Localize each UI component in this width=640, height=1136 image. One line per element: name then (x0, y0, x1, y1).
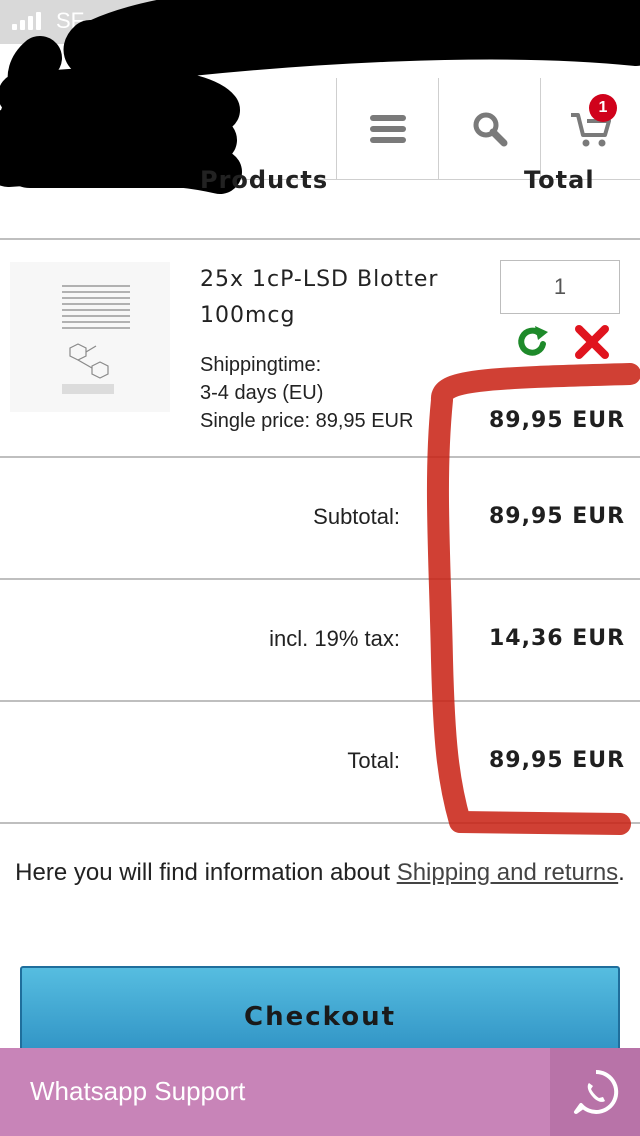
shipping-info-suffix: . (618, 859, 625, 886)
remove-icon[interactable] (574, 324, 610, 360)
quantity-input[interactable] (500, 260, 620, 314)
leaf-logo-icon (134, 92, 176, 128)
divider (0, 700, 640, 702)
cart-button[interactable]: 1 (540, 78, 640, 180)
shipping-time-value: 3-4 days (EU) (200, 382, 324, 404)
hamburger-menu-icon (369, 115, 406, 143)
tax-value: 14,36 EUR (489, 626, 626, 651)
products-column-heading: Products (200, 166, 329, 194)
line-total: 89,95 EUR (489, 408, 626, 433)
shipping-time-label: Shippingtime: (200, 354, 322, 376)
checkout-label: Checkout (243, 1002, 397, 1032)
whatsapp-button[interactable] (550, 1048, 640, 1136)
divider (0, 822, 640, 824)
annotation-scribble (426, 363, 640, 835)
refresh-icon[interactable] (514, 324, 550, 360)
divider (0, 238, 640, 240)
divider (0, 456, 640, 458)
tax-label: incl. 19% tax: (269, 626, 400, 651)
battery-icon (580, 12, 626, 32)
menu-button[interactable] (336, 78, 438, 180)
total-value: 89,95 EUR (489, 748, 626, 773)
search-button[interactable] (438, 78, 540, 180)
product-name[interactable]: 25x 1cP-LSD Blotter 100mcg (200, 262, 480, 334)
whatsapp-support-label: Whatsapp Support (30, 1076, 246, 1106)
whatsapp-support-bar[interactable]: Whatsapp Support (0, 1048, 640, 1136)
search-icon (473, 112, 507, 147)
site-header: 1 (0, 44, 640, 180)
total-column-heading: Total (524, 166, 595, 194)
site-logo[interactable] (0, 44, 336, 180)
status-bar: SF 09:09 (0, 0, 640, 44)
shipping-info-text: Here you will find information about Shi… (0, 856, 640, 890)
blotter-image (10, 262, 170, 412)
subtotal-value: 89,95 EUR (489, 504, 626, 529)
cart-count-badge: 1 (589, 94, 617, 122)
whatsapp-icon (574, 1069, 619, 1114)
status-time: 09:09 (289, 6, 351, 33)
single-price: Single price: 89,95 EUR (200, 410, 414, 432)
subtotal-label: Subtotal: (313, 504, 400, 529)
shipping-info-prefix: Here you will find information about (15, 859, 397, 886)
shipping-returns-link[interactable]: Shipping and returns (397, 859, 618, 886)
total-label: Total: (347, 748, 400, 773)
product-thumbnail[interactable] (10, 262, 170, 412)
divider (0, 578, 640, 580)
